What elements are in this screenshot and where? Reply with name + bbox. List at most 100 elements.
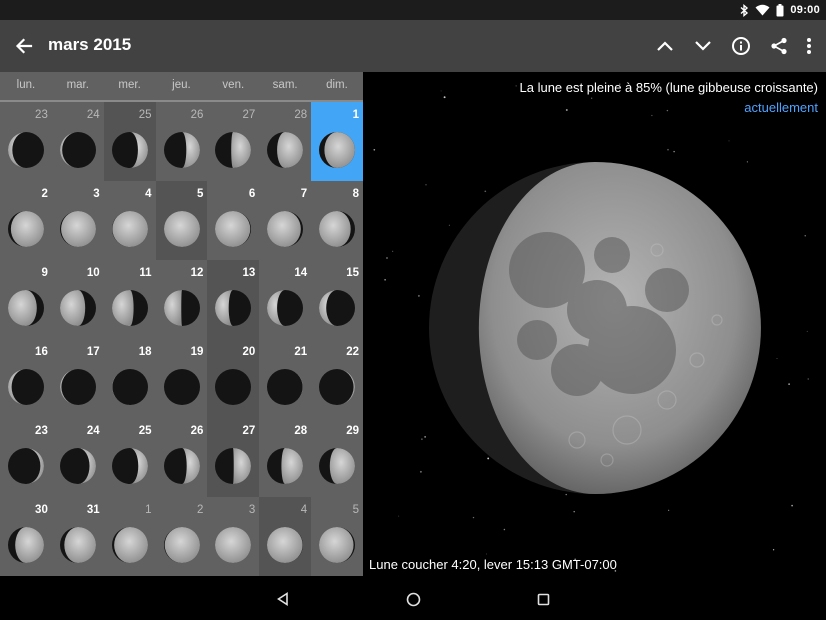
moon-phase-icon: [59, 132, 96, 168]
moon-phase-icon: [8, 448, 44, 484]
day-number: 12: [190, 267, 204, 279]
wifi-icon: [755, 4, 770, 16]
moon-phase-icon: [215, 211, 252, 247]
day-cell[interactable]: 26: [156, 102, 208, 181]
status-bar: 09:00: [0, 0, 826, 20]
moon-phase-icon: [111, 369, 148, 405]
day-number: 20: [242, 346, 256, 358]
nav-recents-button[interactable]: [530, 586, 556, 612]
day-cell[interactable]: 31: [52, 497, 104, 576]
day-cell[interactable]: 17: [52, 339, 104, 418]
app-bar-actions: [646, 32, 820, 60]
moon-phase-icon: [215, 132, 252, 168]
moon-phase-icon: [319, 211, 356, 247]
day-cell[interactable]: 27: [207, 102, 259, 181]
moon-phase-icon: [8, 527, 44, 563]
moon-phase-icon: [267, 211, 304, 247]
day-cell[interactable]: 14: [259, 260, 311, 339]
moon-phase-icon: [59, 211, 96, 247]
day-cell[interactable]: 7: [259, 181, 311, 260]
day-cell[interactable]: 3: [207, 497, 259, 576]
day-number: 27: [242, 425, 256, 437]
moon-phase-icon: [267, 448, 304, 484]
day-cell[interactable]: 28: [259, 418, 311, 497]
nav-home-button[interactable]: [400, 586, 426, 612]
moon-phase-icon: [8, 290, 44, 326]
day-number: 31: [86, 504, 100, 516]
day-cell[interactable]: 13: [207, 260, 260, 339]
more-vert-icon: [807, 38, 811, 54]
day-cell[interactable]: 10: [52, 260, 104, 339]
bluetooth-icon: [740, 3, 749, 17]
now-link[interactable]: actuellement: [744, 100, 818, 115]
app-bar: mars 2015: [0, 20, 826, 72]
day-number: 6: [248, 188, 256, 200]
day-cell[interactable]: 26: [156, 418, 208, 497]
moon-phase-icon: [267, 290, 304, 326]
back-button[interactable]: [10, 32, 38, 60]
day-cell[interactable]: 20: [207, 339, 260, 418]
day-cell[interactable]: 27: [207, 418, 260, 497]
moon-phase-icon: [319, 527, 356, 563]
day-cell[interactable]: 5: [311, 497, 363, 576]
month-calendar: lun. mar. mer. jeu. ven. sam. dim. 23 24 2…: [0, 72, 363, 576]
day-number: 8: [352, 188, 359, 200]
more-options-button[interactable]: [798, 32, 820, 60]
recents-icon: [537, 593, 549, 605]
moon-phase-icon: [111, 448, 148, 484]
day-cell[interactable]: 16: [0, 339, 52, 418]
day-number: 7: [300, 188, 308, 200]
day-number: 9: [41, 267, 48, 279]
day-cell[interactable]: 6: [207, 181, 259, 260]
day-cell[interactable]: 21: [259, 339, 311, 418]
day-cell[interactable]: 4: [259, 497, 312, 576]
weekday-label: lun.: [16, 79, 36, 91]
share-button[interactable]: [760, 32, 798, 60]
day-cell[interactable]: 24: [52, 102, 104, 181]
moonrise-moonset-times: Lune coucher 4:20, lever 15:13 GMT-07:00: [369, 557, 617, 572]
day-cell[interactable]: 11: [104, 260, 156, 339]
day-cell[interactable]: 23: [0, 418, 52, 497]
moon-phase-icon: [215, 527, 252, 563]
previous-month-button[interactable]: [646, 32, 684, 60]
day-cell[interactable]: 19: [156, 339, 208, 418]
day-cell[interactable]: 23: [0, 102, 52, 181]
day-cell[interactable]: 30: [0, 497, 52, 576]
day-number: 26: [190, 425, 204, 437]
day-number: 24: [86, 425, 100, 437]
day-cell[interactable]: 25: [103, 102, 156, 181]
day-cell[interactable]: 29: [311, 418, 363, 497]
day-cell[interactable]: 1: [311, 102, 363, 181]
weekday-label: sam.: [272, 79, 298, 91]
moon-phase-icon: [8, 369, 44, 405]
day-cell[interactable]: 5: [155, 181, 208, 260]
day-number: 19: [190, 346, 204, 358]
day-cell[interactable]: 3: [52, 181, 104, 260]
day-number: 29: [346, 425, 359, 437]
day-cell[interactable]: 24: [52, 418, 104, 497]
info-button[interactable]: [722, 32, 760, 60]
day-cell[interactable]: 4: [104, 181, 156, 260]
day-number: 13: [242, 267, 256, 279]
day-cell[interactable]: 28: [259, 102, 311, 181]
day-cell[interactable]: 18: [104, 339, 156, 418]
moon-phase-icon: [163, 527, 200, 563]
moon-phase-icon: [319, 448, 356, 484]
nav-back-button[interactable]: [270, 586, 296, 612]
day-cell[interactable]: 25: [104, 418, 156, 497]
day-cell[interactable]: 2: [0, 181, 52, 260]
moon-phase-icon: [163, 290, 200, 326]
moon-phase-icon: [319, 369, 356, 405]
day-cell[interactable]: 9: [0, 260, 52, 339]
day-cell[interactable]: 8: [311, 181, 363, 260]
moon-phase-icon: [59, 290, 96, 326]
day-number: 24: [86, 109, 100, 121]
day-cell[interactable]: 15: [311, 260, 363, 339]
day-cell[interactable]: 2: [156, 497, 208, 576]
day-cell[interactable]: 12: [156, 260, 208, 339]
day-cell[interactable]: 22: [311, 339, 363, 418]
next-month-button[interactable]: [684, 32, 722, 60]
moon-phase-icon: [111, 132, 148, 168]
day-cell[interactable]: 1: [104, 497, 156, 576]
weekday-label: mar.: [66, 79, 89, 91]
